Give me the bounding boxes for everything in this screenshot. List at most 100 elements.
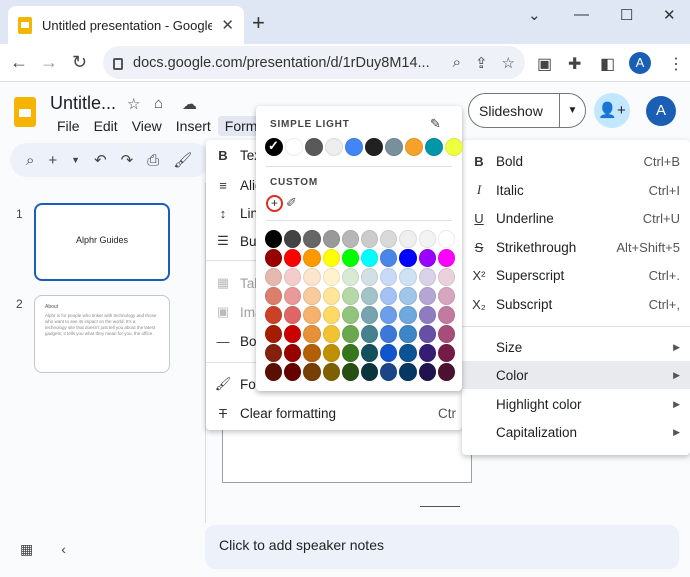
- color-swatch[interactable]: [399, 287, 417, 305]
- screenshot-extension-icon[interactable]: ▣: [537, 54, 552, 74]
- color-swatch[interactable]: [418, 325, 436, 343]
- color-swatch[interactable]: [341, 268, 360, 286]
- color-swatch[interactable]: [399, 268, 417, 286]
- theme-color-swatch[interactable]: [425, 138, 443, 156]
- menu-view[interactable]: View: [125, 116, 169, 136]
- color-swatch[interactable]: [322, 344, 340, 362]
- color-swatch[interactable]: [341, 363, 360, 381]
- color-swatch[interactable]: [437, 249, 456, 267]
- color-swatch[interactable]: [437, 268, 456, 286]
- color-swatch[interactable]: [380, 306, 398, 324]
- color-swatch[interactable]: [303, 230, 321, 248]
- color-swatch[interactable]: [284, 230, 302, 248]
- color-swatch[interactable]: [380, 249, 398, 267]
- color-swatch[interactable]: [380, 287, 398, 305]
- chevron-down-icon[interactable]: ▼: [560, 105, 585, 116]
- color-swatch[interactable]: [418, 344, 436, 362]
- extensions-puzzle-icon[interactable]: ✚: [568, 54, 581, 74]
- color-swatch[interactable]: [380, 363, 398, 381]
- color-swatch[interactable]: [265, 363, 283, 381]
- theme-color-swatch[interactable]: [445, 138, 463, 156]
- color-swatch[interactable]: [322, 268, 340, 286]
- color-swatch[interactable]: [341, 287, 360, 305]
- add-custom-color-icon[interactable]: +: [266, 195, 283, 212]
- color-swatch[interactable]: [265, 268, 283, 286]
- color-swatch[interactable]: [303, 344, 321, 362]
- text-menu-color[interactable]: Color ▶: [462, 361, 690, 389]
- color-swatch[interactable]: [322, 230, 340, 248]
- color-swatch[interactable]: [341, 325, 360, 343]
- color-swatch[interactable]: [399, 325, 417, 343]
- color-swatch[interactable]: [284, 287, 302, 305]
- text-menu-size[interactable]: Size ▶: [462, 333, 690, 361]
- color-swatch[interactable]: [418, 230, 436, 248]
- text-menu-underline[interactable]: U Underline Ctrl+U: [462, 204, 690, 232]
- theme-color-swatch[interactable]: [265, 138, 283, 156]
- color-swatch[interactable]: [361, 230, 379, 248]
- document-title[interactable]: Untitle...: [50, 93, 116, 114]
- color-swatch[interactable]: [361, 325, 379, 343]
- text-menu-superscript[interactable]: X² Superscript Ctrl+.: [462, 261, 690, 289]
- search-menus-icon[interactable]: ⌕: [26, 152, 34, 169]
- address-bar[interactable]: docs.google.com/presentation/d/1rDuy8M14…: [103, 46, 525, 79]
- color-swatch[interactable]: [437, 344, 456, 362]
- color-swatch[interactable]: [380, 325, 398, 343]
- color-swatch[interactable]: [265, 287, 283, 305]
- close-icon[interactable]: ✕: [221, 16, 234, 34]
- text-menu-highlight-color[interactable]: Highlight color ▶: [462, 390, 690, 418]
- theme-color-swatch[interactable]: [285, 138, 303, 156]
- slide-thumbnail[interactable]: About Alphr is for people who tinker wit…: [34, 295, 170, 373]
- color-swatch[interactable]: [284, 344, 302, 362]
- color-swatch[interactable]: [361, 363, 379, 381]
- back-icon[interactable]: ←: [10, 52, 28, 73]
- menu-edit[interactable]: Edit: [87, 116, 125, 136]
- theme-color-swatch[interactable]: [305, 138, 323, 156]
- color-swatch[interactable]: [361, 306, 379, 324]
- color-swatch[interactable]: [399, 344, 417, 362]
- text-menu-subscript[interactable]: X₂ Subscript Ctrl+,: [462, 290, 690, 318]
- color-swatch[interactable]: [437, 325, 456, 343]
- speaker-notes-field[interactable]: Click to add speaker notes: [205, 525, 679, 569]
- move-folder-icon[interactable]: ⌂: [154, 95, 163, 112]
- menu-insert[interactable]: Insert: [169, 116, 218, 136]
- star-icon[interactable]: ☆: [127, 95, 140, 113]
- color-swatch[interactable]: [265, 230, 283, 248]
- color-swatch[interactable]: [399, 230, 417, 248]
- color-swatch[interactable]: [284, 306, 302, 324]
- color-swatch[interactable]: [303, 268, 321, 286]
- color-swatch[interactable]: [399, 249, 417, 267]
- theme-color-swatch[interactable]: [325, 138, 343, 156]
- text-menu-strikethrough[interactable]: S Strikethrough Alt+Shift+5: [462, 233, 690, 261]
- search-icon[interactable]: ⌕: [453, 54, 461, 72]
- bookmark-star-icon[interactable]: ☆: [502, 54, 515, 72]
- color-swatch[interactable]: [322, 363, 340, 381]
- color-swatch[interactable]: [418, 249, 436, 267]
- color-swatch[interactable]: [303, 363, 321, 381]
- color-swatch[interactable]: [265, 325, 283, 343]
- slide-thumbnail[interactable]: Alphr Guides: [34, 203, 170, 281]
- color-swatch[interactable]: [361, 249, 379, 267]
- color-swatch[interactable]: [322, 306, 340, 324]
- color-swatch[interactable]: [437, 306, 456, 324]
- color-swatch[interactable]: [322, 325, 340, 343]
- chevron-down-icon[interactable]: ⌄: [528, 6, 541, 24]
- color-swatch[interactable]: [437, 230, 456, 248]
- color-swatch[interactable]: [265, 249, 283, 267]
- redo-icon[interactable]: ↷: [121, 151, 134, 169]
- maximize-icon[interactable]: ☐: [620, 6, 633, 24]
- color-swatch[interactable]: [380, 268, 398, 286]
- new-tab-icon[interactable]: +: [252, 10, 265, 36]
- color-swatch[interactable]: [322, 249, 340, 267]
- color-swatch[interactable]: [265, 306, 283, 324]
- url-text[interactable]: docs.google.com/presentation/d/1rDuy8M14…: [133, 55, 438, 71]
- edit-pencil-icon[interactable]: ✎: [430, 116, 441, 132]
- notes-resize-handle[interactable]: [420, 506, 460, 507]
- menu-file[interactable]: File: [50, 116, 87, 136]
- color-swatch[interactable]: [399, 363, 417, 381]
- theme-color-swatch[interactable]: [385, 138, 403, 156]
- text-menu-bold[interactable]: B Bold Ctrl+B: [462, 147, 690, 175]
- color-swatch[interactable]: [437, 287, 456, 305]
- forward-icon[interactable]: →: [40, 52, 58, 73]
- theme-color-swatch[interactable]: [365, 138, 383, 156]
- color-swatch[interactable]: [284, 249, 302, 267]
